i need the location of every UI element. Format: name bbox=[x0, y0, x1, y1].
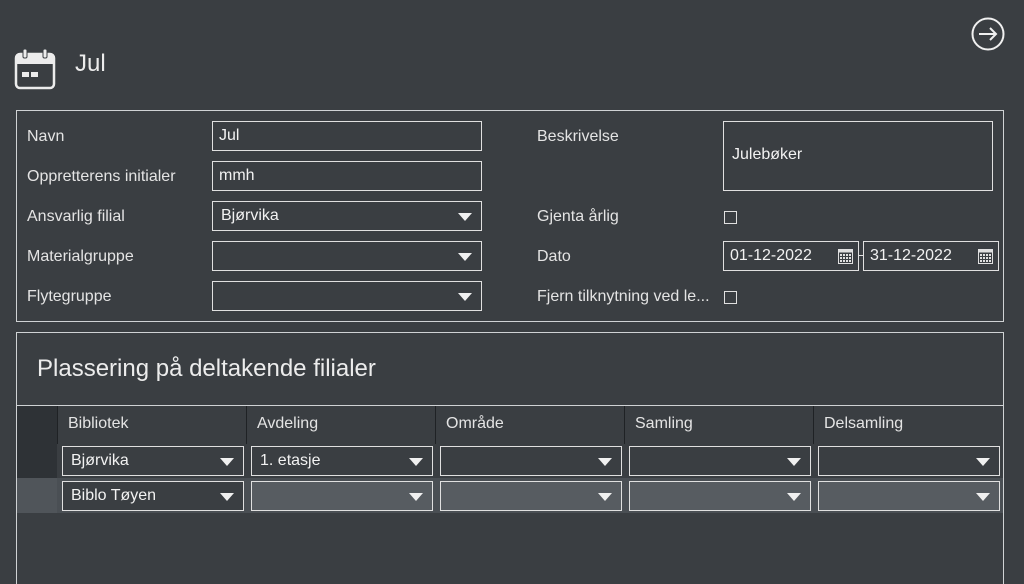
chevron-down-icon bbox=[409, 493, 423, 501]
area-select[interactable] bbox=[440, 481, 622, 511]
remove-link-label: Fjern tilknytning ved le... bbox=[537, 288, 710, 305]
chevron-down-icon bbox=[976, 458, 990, 466]
column-header[interactable]: Delsamling bbox=[813, 406, 1001, 444]
column-header[interactable]: Avdeling bbox=[246, 406, 435, 444]
description-textarea[interactable]: Julebøker bbox=[723, 121, 993, 191]
flow-group-label: Flytegruppe bbox=[27, 288, 112, 305]
chevron-down-icon bbox=[220, 493, 234, 501]
date-from-input[interactable]: 01-12-2022 bbox=[723, 241, 859, 271]
chevron-down-icon bbox=[220, 458, 234, 466]
chevron-down-icon bbox=[458, 293, 472, 301]
column-header[interactable]: Område bbox=[435, 406, 624, 444]
department-select[interactable]: 1. etasje bbox=[251, 446, 433, 476]
chevron-down-icon bbox=[458, 253, 472, 261]
date-from-value: 01-12-2022 bbox=[730, 247, 812, 264]
placement-grid: Bibliotek Avdeling Område Samling Delsam… bbox=[17, 405, 1003, 517]
exit-arrow-icon[interactable] bbox=[971, 17, 1005, 51]
grid-corner bbox=[17, 406, 57, 444]
row-selector[interactable] bbox=[17, 478, 57, 513]
remove-link-checkbox[interactable] bbox=[724, 291, 737, 304]
repeat-yearly-label: Gjenta årlig bbox=[537, 208, 619, 225]
branch-select[interactable]: Bjørvika bbox=[212, 201, 482, 231]
chevron-down-icon bbox=[787, 458, 801, 466]
details-form: Navn Jul Oppretterens initialer mmh Ansv… bbox=[16, 110, 1004, 322]
subcollection-select[interactable] bbox=[818, 446, 1000, 476]
chevron-down-icon bbox=[787, 493, 801, 501]
name-label: Navn bbox=[27, 128, 65, 145]
date-label: Dato bbox=[537, 248, 571, 265]
branch-label: Ansvarlig filial bbox=[27, 208, 125, 225]
cell-value: 1. etasje bbox=[260, 452, 321, 469]
chevron-down-icon bbox=[598, 493, 612, 501]
column-header[interactable]: Bibliotek bbox=[57, 406, 246, 444]
calendar-icon bbox=[14, 48, 56, 90]
area-select[interactable] bbox=[440, 446, 622, 476]
grid-header: Bibliotek Avdeling Område Samling Delsam… bbox=[17, 405, 1003, 444]
department-select[interactable] bbox=[251, 481, 433, 511]
collection-select[interactable] bbox=[629, 446, 811, 476]
calendar-icon[interactable] bbox=[978, 249, 993, 264]
row-selector[interactable] bbox=[17, 443, 57, 478]
placement-panel: Plassering på deltakende filialer Biblio… bbox=[16, 332, 1004, 584]
date-to-input[interactable]: 31-12-2022 bbox=[863, 241, 999, 271]
material-group-select[interactable] bbox=[212, 241, 482, 271]
placement-title: Plassering på deltakende filialer bbox=[37, 355, 376, 382]
chevron-down-icon bbox=[598, 458, 612, 466]
chevron-down-icon bbox=[976, 493, 990, 501]
chevron-down-icon bbox=[458, 213, 472, 221]
cell-value: Bjørvika bbox=[71, 452, 129, 469]
subcollection-select[interactable] bbox=[818, 481, 1000, 511]
initials-label: Oppretterens initialer bbox=[27, 168, 176, 185]
calendar-icon[interactable] bbox=[838, 249, 853, 264]
flow-group-select[interactable] bbox=[212, 281, 482, 311]
library-select[interactable]: Biblo Tøyen bbox=[62, 481, 244, 511]
initials-input[interactable]: mmh bbox=[212, 161, 482, 191]
description-label: Beskrivelse bbox=[537, 128, 619, 145]
page-title: Jul bbox=[75, 50, 106, 77]
date-to-value: 31-12-2022 bbox=[870, 247, 952, 264]
column-header[interactable]: Samling bbox=[624, 406, 813, 444]
material-group-label: Materialgruppe bbox=[27, 248, 134, 265]
collection-select[interactable] bbox=[629, 481, 811, 511]
library-select[interactable]: Bjørvika bbox=[62, 446, 244, 476]
repeat-yearly-checkbox[interactable] bbox=[724, 211, 737, 224]
cell-value: Biblo Tøyen bbox=[71, 487, 157, 504]
name-input[interactable]: Jul bbox=[212, 121, 482, 151]
branch-select-value: Bjørvika bbox=[221, 207, 279, 224]
chevron-down-icon bbox=[409, 458, 423, 466]
